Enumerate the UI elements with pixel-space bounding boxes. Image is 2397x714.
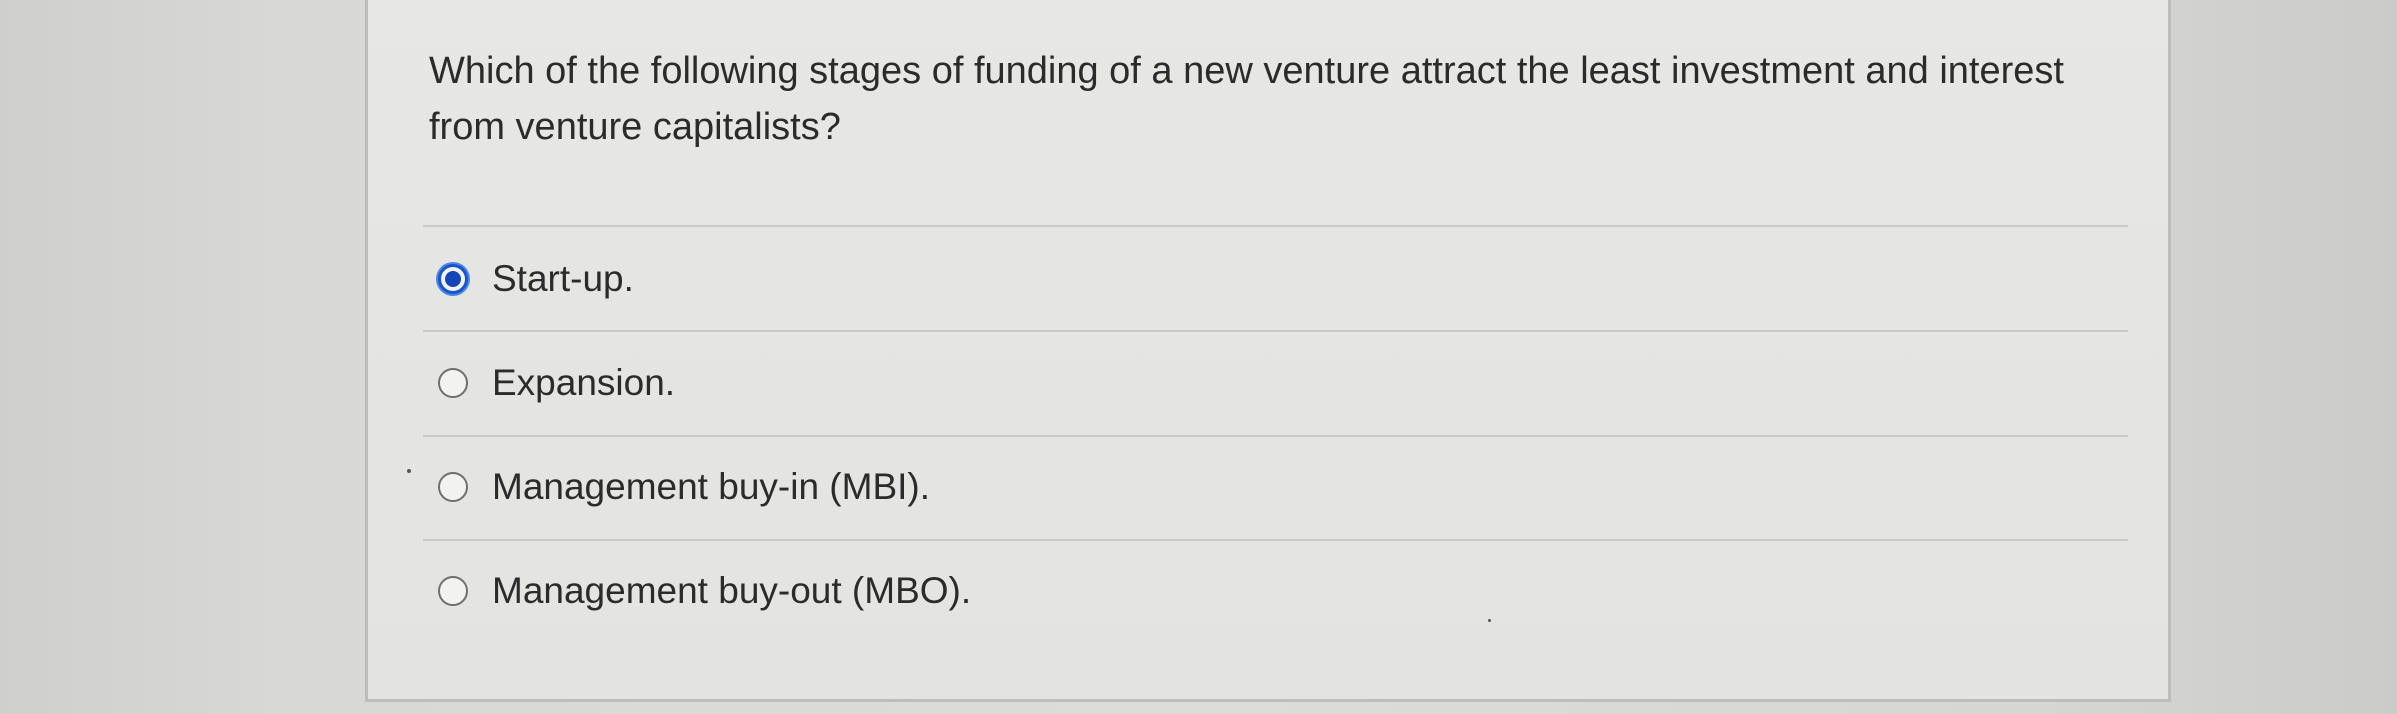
radio-button[interactable]	[438, 368, 468, 398]
divider	[423, 225, 2128, 227]
option-label: Management buy-in (MBI).	[492, 466, 931, 507]
option-start-up[interactable]: Start-up.	[438, 249, 634, 309]
option-label: Management buy-out (MBO).	[492, 570, 972, 611]
option-expansion[interactable]: Expansion.	[438, 353, 675, 413]
option-management-buy-in[interactable]: Management buy-in (MBI).	[438, 457, 930, 517]
dust-speck	[407, 469, 411, 473]
radio-button-selected[interactable]	[438, 264, 468, 294]
radio-selected-dot	[445, 271, 461, 287]
question-text: Which of the following stages of funding…	[429, 50, 2064, 148]
radio-button[interactable]	[438, 576, 468, 606]
option-label: Start-up.	[492, 258, 634, 299]
divider	[423, 539, 2128, 541]
dust-speck	[1488, 619, 1491, 622]
divider	[423, 330, 2128, 332]
question-card: Which of the following stages of funding…	[365, 0, 2171, 702]
divider	[423, 435, 2128, 437]
option-management-buy-out[interactable]: Management buy-out (MBO).	[438, 561, 971, 621]
option-label: Expansion.	[492, 362, 676, 403]
radio-button[interactable]	[438, 472, 468, 502]
